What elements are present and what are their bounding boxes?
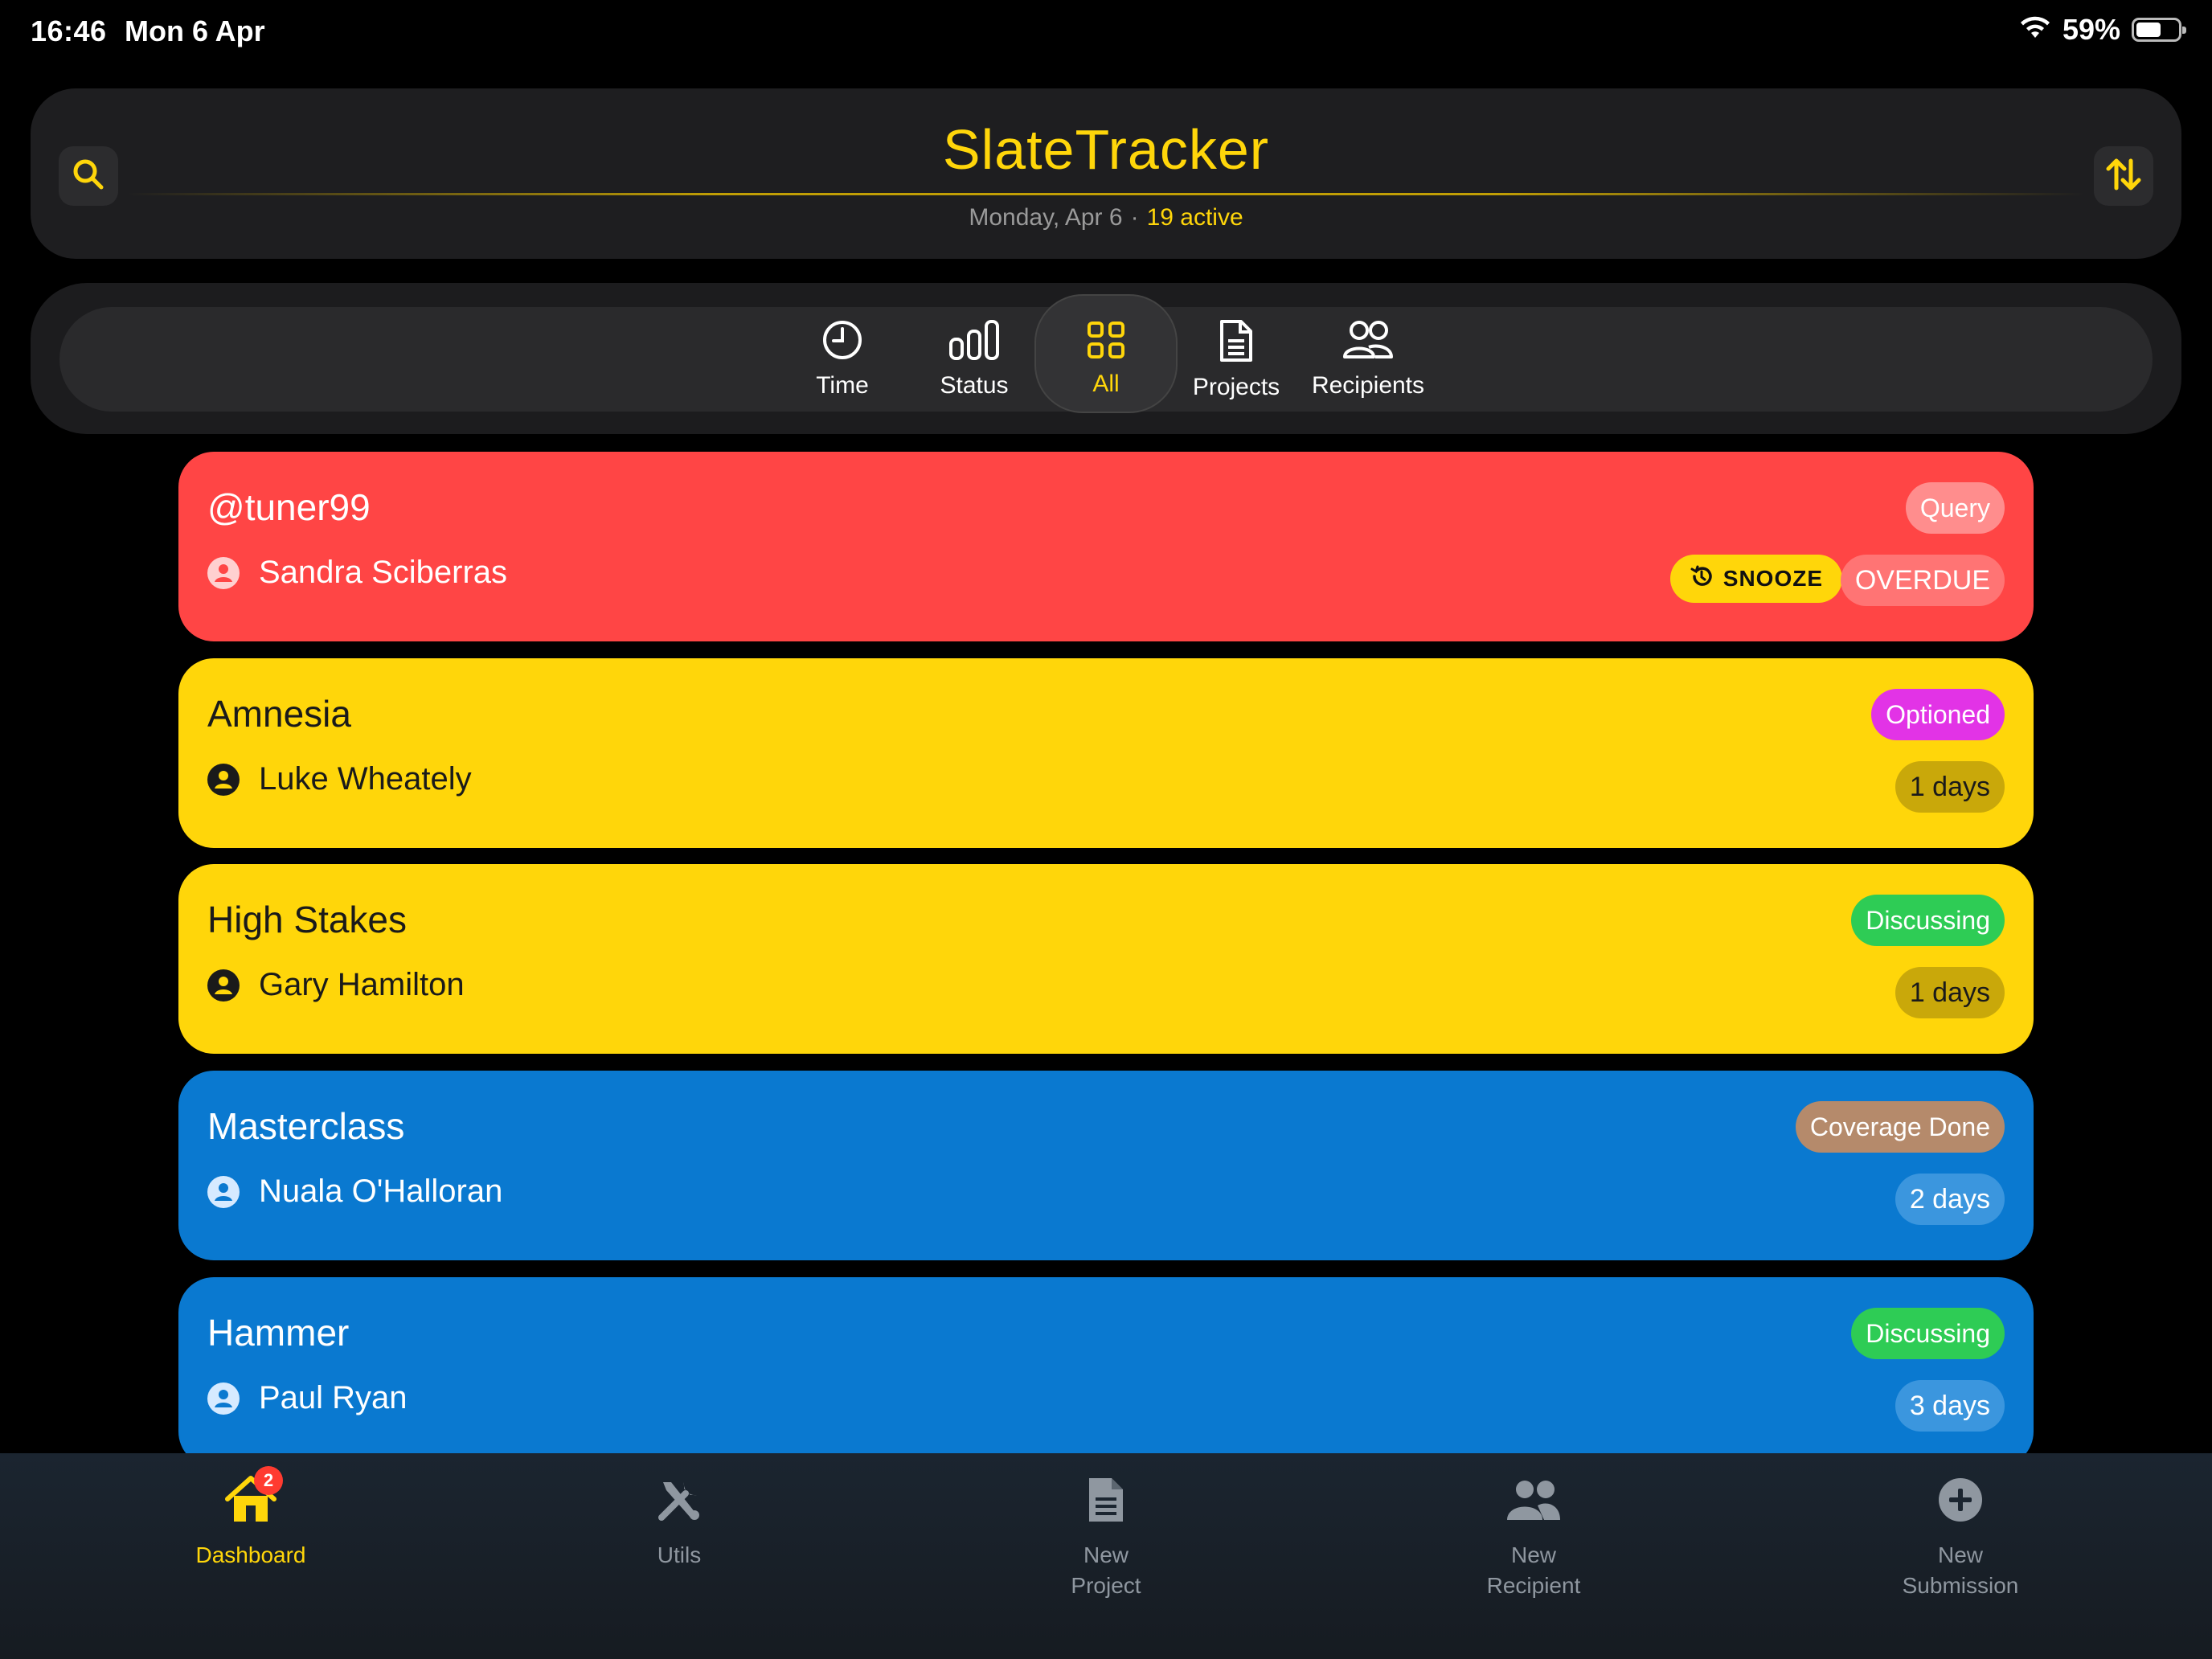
- tab-utils[interactable]: Utils: [583, 1469, 776, 1571]
- sort-arrows-icon: [2103, 154, 2144, 199]
- due-badge: 3 days: [1895, 1380, 2005, 1432]
- snooze-button[interactable]: SNOOZE: [1669, 555, 1842, 603]
- person-icon: [207, 1382, 240, 1415]
- card-recipient: Gary Hamilton: [207, 967, 465, 1003]
- card-title: @tuner99: [207, 486, 371, 528]
- tools-icon: [653, 1474, 705, 1530]
- plus-circle-icon: [1937, 1477, 1984, 1527]
- submission-card[interactable]: High Stakes Gary Hamilton Discussing 1 d…: [178, 864, 2034, 1054]
- card-title: Hammer: [207, 1312, 350, 1354]
- filter-time[interactable]: Time: [778, 318, 907, 413]
- wifi-icon: [2019, 15, 2051, 45]
- person-icon: [207, 763, 240, 796]
- active-count: 19 active: [1146, 204, 1243, 231]
- status-date: Mon 6 Apr: [125, 14, 265, 47]
- document-icon: [1217, 318, 1256, 367]
- tab-label: New Project: [1071, 1542, 1141, 1598]
- new-document-icon: [1086, 1475, 1126, 1529]
- due-badge: OVERDUE: [1840, 555, 2005, 606]
- filter-label: Recipients: [1311, 372, 1425, 399]
- person-icon: [207, 1175, 240, 1208]
- card-recipient: Sandra Sciberras: [207, 555, 507, 591]
- status-right: 59%: [2019, 13, 2186, 47]
- due-badge: 2 days: [1895, 1174, 2005, 1225]
- card-recipient: Nuala O'Halloran: [207, 1174, 502, 1210]
- tab-new-project[interactable]: New Project: [1010, 1469, 1202, 1601]
- tab-new-recipient[interactable]: New Recipient: [1437, 1469, 1630, 1601]
- due-badge: 1 days: [1895, 967, 2005, 1018]
- submission-card[interactable]: Amnesia Luke Wheately Optioned 1 days: [178, 658, 2034, 848]
- people-icon: [1505, 1478, 1562, 1526]
- header: SlateTracker Monday, Apr 6 · 19 active: [31, 88, 2181, 259]
- snooze-label: SNOOZE: [1722, 566, 1823, 591]
- status-badge: Discussing: [1851, 1308, 2005, 1359]
- title-divider: [127, 193, 2085, 195]
- card-recipient: Luke Wheately: [207, 761, 472, 797]
- filter-label: All: [1092, 371, 1120, 397]
- filter-all[interactable]: All: [1034, 294, 1178, 413]
- tab-label: Dashboard: [195, 1542, 306, 1567]
- battery-percent: 59%: [2062, 13, 2120, 46]
- card-title: Amnesia: [207, 693, 351, 735]
- status-bar: 16:46 Mon 6 Apr 59%: [0, 0, 2212, 64]
- tab-dashboard[interactable]: 2 Dashboard: [154, 1466, 347, 1571]
- battery-fill: [2136, 23, 2161, 37]
- header-subtitle: Monday, Apr 6 · 19 active: [969, 204, 1243, 231]
- submission-card[interactable]: @tuner99 Sandra Sciberras Query SNOOZE O…: [178, 452, 2034, 641]
- person-icon: [207, 969, 240, 1002]
- filter-recipients[interactable]: Recipients: [1304, 318, 1432, 413]
- recipient-name: Nuala O'Halloran: [259, 1174, 503, 1209]
- status-badge: Discussing: [1851, 895, 2005, 946]
- bar-chart-icon: [948, 318, 1001, 366]
- filter-label: Time: [816, 372, 869, 399]
- clock-icon: [821, 318, 864, 366]
- card-recipient: Paul Ryan: [207, 1380, 408, 1416]
- submission-card[interactable]: Masterclass Nuala O'Halloran Coverage Do…: [178, 1071, 2034, 1260]
- recipient-name: Luke Wheately: [259, 761, 472, 797]
- filter-label: Status: [940, 372, 1009, 399]
- tab-bar: 2 Dashboard Utils New Project New Recipi…: [0, 1453, 2212, 1659]
- grid-icon: [1086, 320, 1126, 364]
- recipient-name: Gary Hamilton: [259, 967, 465, 1002]
- recipient-name: Paul Ryan: [259, 1380, 408, 1415]
- card-title: High Stakes: [207, 899, 408, 940]
- recipient-name: Sandra Sciberras: [259, 555, 508, 590]
- people-icon: [1342, 318, 1395, 366]
- person-icon: [207, 556, 240, 589]
- tab-label: New Recipient: [1486, 1542, 1581, 1598]
- status-badge: Coverage Done: [1795, 1101, 2005, 1153]
- status-time: 16:46: [31, 14, 107, 47]
- filter-projects[interactable]: Projects: [1172, 318, 1301, 413]
- due-badge: 1 days: [1895, 761, 2005, 813]
- snooze-clock-icon: [1690, 564, 1714, 594]
- card-title: Masterclass: [207, 1105, 405, 1147]
- filter-label: Projects: [1192, 374, 1280, 400]
- app-title: SlateTracker: [942, 118, 1270, 181]
- tab-new-submission[interactable]: New Submission: [1864, 1469, 2057, 1601]
- app-root: { "status_bar": { "time": "16:46", "date…: [0, 0, 2212, 1659]
- sort-button[interactable]: [2094, 146, 2153, 206]
- header-date: Monday, Apr 6: [969, 204, 1123, 231]
- tab-label: New Submission: [1902, 1542, 2019, 1598]
- submission-card[interactable]: Hammer Paul Ryan Discussing 3 days: [178, 1277, 2034, 1467]
- battery-icon: [2132, 18, 2186, 42]
- notification-badge: 2: [254, 1466, 283, 1495]
- tab-label: Utils: [657, 1542, 702, 1567]
- status-badge: Query: [1905, 482, 2005, 534]
- filter-status[interactable]: Status: [910, 318, 1038, 413]
- status-badge: Optioned: [1871, 689, 2005, 740]
